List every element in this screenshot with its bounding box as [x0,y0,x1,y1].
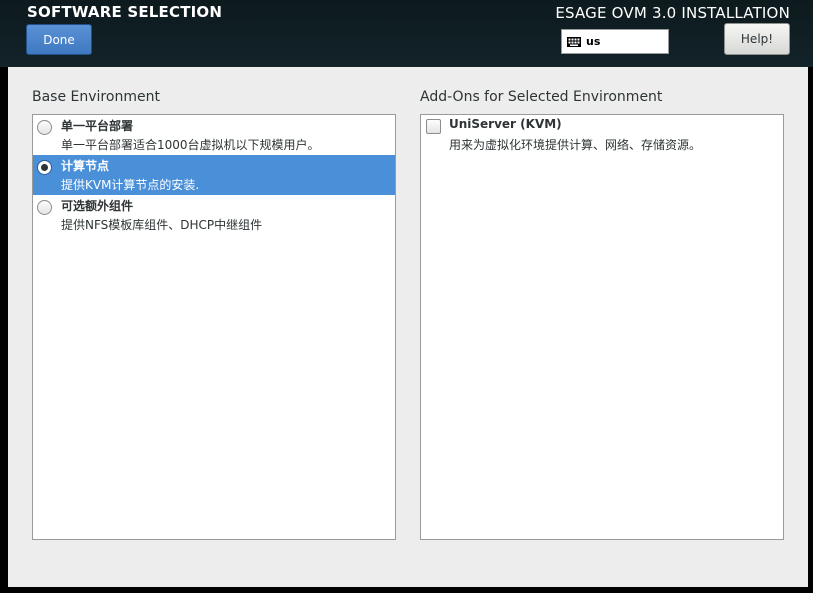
env-item-description: 提供KVM计算节点的安装. [61,178,200,192]
env-item-name: 可选额外组件 [61,199,134,213]
env-item-description: 单一平台部署适合1000台虚拟机以下规模用户。 [61,138,320,152]
keyboard-layout-indicator[interactable]: us [561,29,669,54]
base-environment-list: 单一平台部署 单一平台部署适合1000台虚拟机以下规模用户。 计算节点 提供KV… [32,114,396,540]
env-item-name: 计算节点 [61,159,110,173]
env-item-description: 提供NFS模板库组件、DHCP中继组件 [61,218,263,232]
env-item-optional-components[interactable]: 可选额外组件 提供NFS模板库组件、DHCP中继组件 [33,195,395,235]
addons-heading: Add-Ons for Selected Environment [420,89,663,105]
product-title: ESAGE OVM 3.0 INSTALLATION [555,4,790,22]
radio-button[interactable] [37,120,52,135]
keyboard-layout-label: us [586,35,601,48]
keyboard-icon [567,36,581,47]
env-item-single-platform[interactable]: 单一平台部署 单一平台部署适合1000台虚拟机以下规模用户。 [33,115,395,155]
radio-button-checked[interactable] [37,160,52,175]
addon-item-uniserver-kvm[interactable]: UniServer (KVM) 用来为虚拟化环境提供计算、网络、存储资源。 [421,115,783,155]
env-item-name: 单一平台部署 [61,119,134,133]
done-button[interactable]: Done [26,24,92,55]
help-button[interactable]: Help! [724,23,790,55]
radio-button[interactable] [37,200,52,215]
env-item-compute-node[interactable]: 计算节点 提供KVM计算节点的安装. [33,155,395,195]
base-environment-heading: Base Environment [32,89,160,105]
addon-item-name: UniServer (KVM) [449,117,562,131]
addons-list: UniServer (KVM) 用来为虚拟化环境提供计算、网络、存储资源。 [420,114,784,540]
addon-item-description: 用来为虚拟化环境提供计算、网络、存储资源。 [449,138,702,152]
software-selection-content: Base Environment 单一平台部署 单一平台部署适合1000台虚拟机… [8,67,808,587]
page-title: SOFTWARE SELECTION [27,3,223,21]
checkbox[interactable] [426,119,441,134]
header-bar: SOFTWARE SELECTION Done ESAGE OVM 3.0 IN… [0,0,813,67]
